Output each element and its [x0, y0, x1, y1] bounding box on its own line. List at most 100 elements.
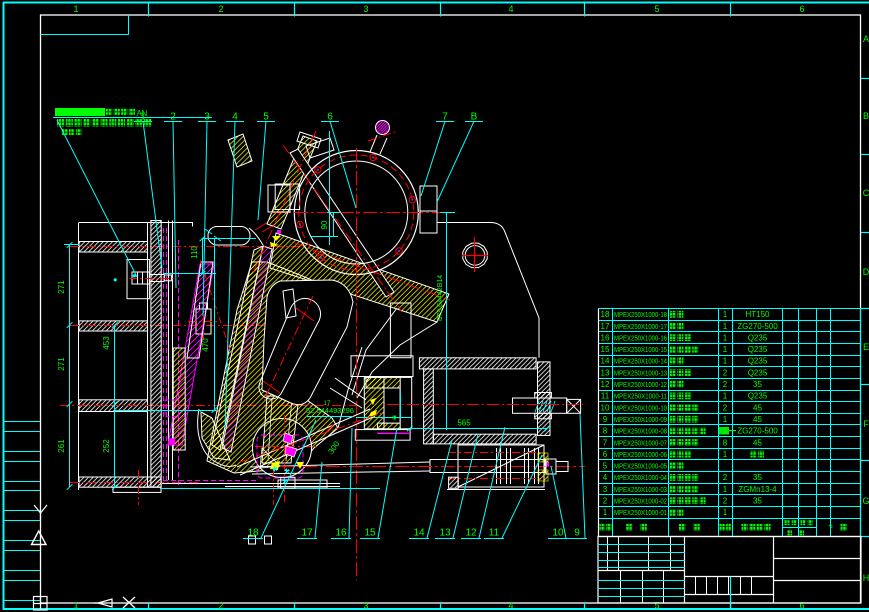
svg-text:4: 4 [508, 601, 513, 611]
svg-text:470: 470 [201, 338, 210, 352]
svg-text:AN: AN [137, 109, 148, 118]
svg-text:MPEX250X1000-05: MPEX250X1000-05 [614, 462, 667, 471]
svg-text:1: 1 [723, 415, 728, 424]
svg-text:MPEX250X1000-11: MPEX250X1000-11 [614, 392, 667, 401]
svg-text:271: 271 [57, 357, 66, 371]
svg-text:453: 453 [102, 336, 111, 350]
svg-text:Q235: Q235 [748, 333, 768, 342]
svg-text:G: G [862, 496, 869, 506]
svg-text:C: C [863, 188, 869, 198]
svg-text:252: 252 [102, 439, 111, 453]
svg-text:2: 2 [723, 497, 728, 506]
svg-text:16: 16 [335, 528, 347, 539]
svg-text:10: 10 [552, 528, 564, 539]
svg-text:18: 18 [601, 310, 610, 319]
svg-text:16: 16 [601, 333, 610, 342]
svg-text:90: 90 [320, 220, 329, 229]
svg-text:35: 35 [753, 380, 762, 389]
svg-text:?: ? [828, 523, 833, 532]
svg-text:Q235: Q235 [748, 345, 768, 354]
svg-text:261: 261 [57, 439, 66, 453]
svg-text:45: 45 [753, 438, 762, 447]
svg-text:45: 45 [753, 415, 762, 424]
svg-text:565: 565 [457, 419, 471, 428]
svg-text:52.544493296: 52.544493296 [306, 406, 354, 415]
svg-text:MPEX250X1000-08: MPEX250X1000-08 [614, 427, 667, 436]
svg-text:5: 5 [654, 4, 659, 14]
svg-text:MPEX250X1000-01: MPEX250X1000-01 [614, 508, 667, 517]
svg-text:9: 9 [603, 415, 608, 424]
svg-text:2: 2 [218, 4, 223, 14]
svg-text:8: 8 [603, 427, 608, 436]
svg-text:1: 1 [723, 322, 728, 331]
svg-text:5: 5 [603, 462, 608, 471]
svg-text:13: 13 [601, 368, 610, 377]
svg-text:13: 13 [439, 528, 451, 539]
svg-text:MPEX250X1000-10: MPEX250X1000-10 [614, 403, 667, 412]
svg-text:5: 5 [263, 112, 269, 123]
svg-text:2: 2 [723, 473, 728, 482]
svg-text:5: 5 [654, 601, 659, 611]
svg-text:E: E [863, 342, 869, 352]
svg-text:18: 18 [247, 528, 259, 539]
svg-text:Q235: Q235 [748, 357, 768, 366]
svg-text:11: 11 [489, 528, 500, 539]
svg-text:1: 1 [603, 508, 608, 517]
svg-text:2: 2 [723, 368, 728, 377]
svg-text:10: 10 [601, 403, 610, 412]
svg-text:MPEX250X1000-02: MPEX250X1000-02 [614, 497, 667, 506]
svg-text:2: 2 [723, 403, 728, 412]
svg-text:MPEX250X1000-04: MPEX250X1000-04 [614, 473, 667, 482]
svg-text:1: 1 [73, 601, 78, 611]
svg-text:D: D [863, 267, 869, 277]
svg-text:14: 14 [413, 528, 425, 539]
svg-text:B79.64442B14: B79.64442B14 [437, 275, 444, 321]
svg-text:35: 35 [753, 497, 762, 506]
svg-text:12: 12 [465, 528, 477, 539]
svg-text:MPEX250X1000-06: MPEX250X1000-06 [614, 450, 667, 459]
svg-text:MPEX250X1000-07: MPEX250X1000-07 [614, 438, 667, 447]
svg-text:12: 12 [601, 380, 610, 389]
svg-text:B: B [471, 112, 478, 123]
svg-text:6: 6 [327, 112, 333, 123]
svg-text:2: 2 [603, 497, 608, 506]
svg-text:MPEX250X1000-09: MPEX250X1000-09 [614, 415, 667, 424]
svg-text:14: 14 [601, 357, 610, 366]
svg-text:2: 2 [723, 380, 728, 389]
svg-text:3: 3 [363, 4, 368, 14]
svg-text:9: 9 [574, 528, 580, 539]
svg-text:MPEX250X1000-14: MPEX250X1000-14 [614, 357, 667, 366]
svg-text:6: 6 [603, 450, 608, 459]
svg-text:A: A [863, 34, 869, 44]
svg-text:1: 1 [723, 333, 728, 342]
svg-text:MPEX250X1000-12: MPEX250X1000-12 [614, 380, 667, 389]
svg-text:4: 4 [603, 473, 608, 482]
svg-text:HT150: HT150 [745, 310, 770, 319]
svg-text:2: 2 [218, 601, 223, 611]
svg-text:6: 6 [799, 601, 804, 611]
svg-text:35: 35 [753, 473, 762, 482]
svg-text:4: 4 [232, 112, 238, 123]
svg-text:17: 17 [301, 528, 313, 539]
svg-text:MPEX250X1000-18: MPEX250X1000-18 [614, 310, 667, 319]
svg-text:B: B [863, 111, 869, 121]
svg-text:MPEX250X1000-03: MPEX250X1000-03 [614, 485, 667, 494]
svg-text:1: 1 [723, 392, 728, 401]
svg-text:Q235: Q235 [748, 392, 768, 401]
svg-text:1: 1 [723, 508, 728, 517]
svg-text:110: 110 [190, 246, 199, 259]
svg-text:MPEX250X1000-16: MPEX250X1000-16 [614, 333, 667, 342]
svg-text:MPEX250X1000-15: MPEX250X1000-15 [614, 345, 667, 354]
svg-text:ZG270-500: ZG270-500 [737, 322, 778, 331]
svg-text:ZG270-500: ZG270-500 [737, 427, 778, 436]
svg-text:7: 7 [603, 438, 608, 447]
svg-text:F: F [863, 419, 869, 429]
svg-text:3: 3 [603, 485, 608, 494]
svg-text:H: H [863, 573, 869, 583]
svg-text:1: 1 [723, 485, 728, 494]
svg-text:3: 3 [363, 601, 368, 611]
svg-text:1: 1 [723, 450, 728, 459]
svg-text:1: 1 [723, 345, 728, 354]
svg-text:15: 15 [364, 528, 376, 539]
svg-text:7: 7 [442, 112, 448, 123]
